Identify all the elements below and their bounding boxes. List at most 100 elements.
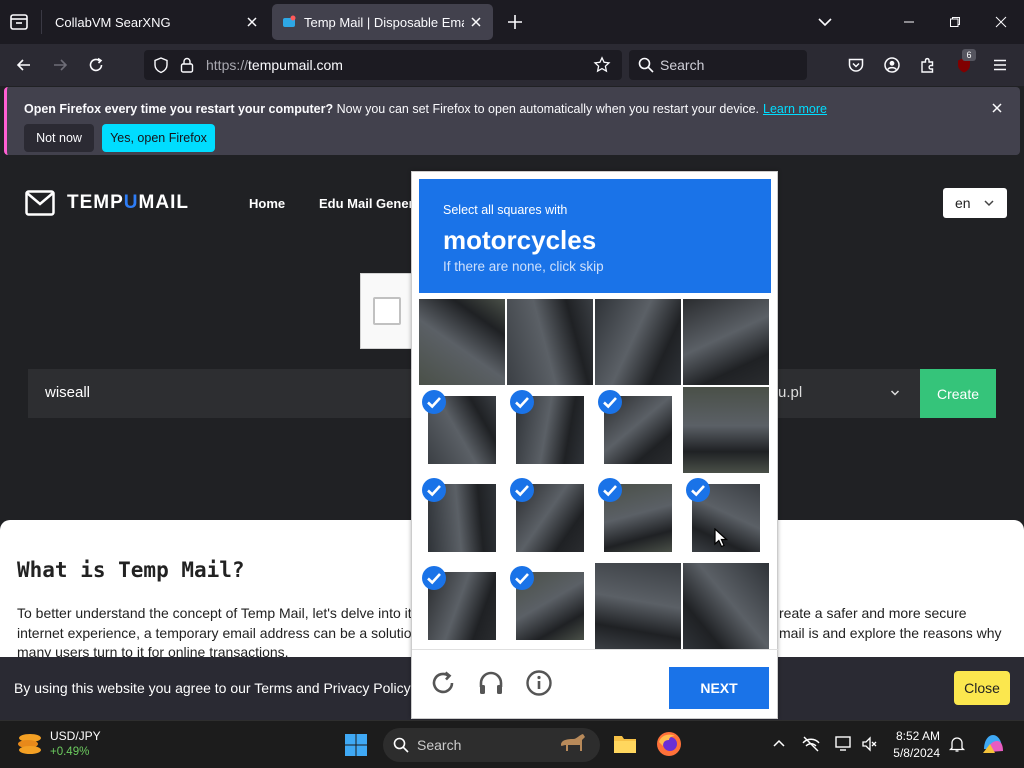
new-tab-icon[interactable] bbox=[505, 12, 525, 32]
lock-icon[interactable] bbox=[179, 56, 195, 74]
star-icon[interactable] bbox=[593, 56, 611, 74]
cookie-close-button[interactable]: Close bbox=[954, 671, 1010, 705]
tab-strip: CollabVM SearXNG Temp Mail | Disposable … bbox=[0, 0, 1024, 44]
site-logo[interactable]: TEMPUMAIL bbox=[25, 190, 189, 216]
mouse-cursor-icon bbox=[714, 528, 728, 548]
captcha-tile-image bbox=[683, 563, 769, 649]
account-icon[interactable] bbox=[878, 51, 906, 79]
tab-title: Temp Mail | Disposable Email A bbox=[304, 14, 464, 30]
clock-time[interactable]: 8:52 AM bbox=[880, 729, 940, 743]
logo-text: TEMPUMAIL bbox=[67, 192, 189, 213]
captcha-tile[interactable] bbox=[419, 563, 505, 649]
taskbar-search[interactable]: Search bbox=[383, 728, 600, 762]
stock-widget-icon[interactable] bbox=[16, 731, 44, 757]
cookie-text: By using this website you agree to our T… bbox=[14, 680, 411, 696]
search-icon bbox=[638, 57, 654, 73]
clock-date[interactable]: 5/8/2024 bbox=[880, 746, 940, 760]
extension-badge: 6 bbox=[962, 49, 976, 61]
tempmail-favicon-icon bbox=[282, 15, 296, 29]
horse-icon bbox=[555, 731, 591, 759]
ublock-icon[interactable]: 6 bbox=[950, 49, 978, 79]
captcha-tile[interactable] bbox=[595, 475, 681, 561]
captcha-tile[interactable] bbox=[683, 387, 769, 473]
captcha-tile-image bbox=[595, 563, 681, 649]
pocket-icon[interactable] bbox=[842, 51, 870, 79]
file-explorer-icon[interactable] bbox=[612, 731, 638, 757]
captcha-tile-image bbox=[419, 299, 505, 385]
captcha-tile[interactable] bbox=[507, 475, 593, 561]
reload-icon[interactable] bbox=[82, 51, 110, 79]
widget-pair[interactable]: USD/JPY bbox=[50, 729, 101, 743]
search-icon bbox=[393, 737, 409, 753]
firefox-icon[interactable] bbox=[655, 730, 683, 758]
chevron-down-icon bbox=[984, 200, 994, 207]
back-icon[interactable] bbox=[10, 51, 38, 79]
nav-link-edu-mail[interactable]: Edu Mail Genera bbox=[319, 196, 421, 211]
url-bar[interactable]: https://tempumail.com bbox=[144, 50, 622, 80]
browser-search-box[interactable]: Search bbox=[629, 50, 807, 80]
language-select[interactable]: en bbox=[943, 188, 1007, 218]
captcha-tile[interactable] bbox=[683, 475, 769, 561]
close-icon[interactable] bbox=[245, 15, 259, 29]
close-icon[interactable] bbox=[469, 15, 483, 29]
article-title: What is Temp Mail? bbox=[17, 558, 245, 582]
captcha-tile-image bbox=[507, 299, 593, 385]
captcha-checkbox[interactable] bbox=[373, 297, 401, 325]
chevron-up-icon[interactable] bbox=[771, 736, 787, 752]
domain-select[interactable]: u.pl bbox=[768, 369, 920, 418]
captcha-tile[interactable] bbox=[507, 299, 593, 385]
captcha-tile[interactable] bbox=[419, 475, 505, 561]
captcha-grid bbox=[419, 299, 771, 651]
not-now-button[interactable]: Not now bbox=[24, 124, 94, 152]
chevron-down-icon[interactable] bbox=[814, 12, 836, 32]
extensions-icon[interactable] bbox=[914, 51, 942, 79]
display-icon[interactable] bbox=[834, 735, 854, 753]
create-button[interactable]: Create bbox=[920, 369, 996, 418]
nav-link-home[interactable]: Home bbox=[249, 196, 285, 211]
tab-title: CollabVM SearXNG bbox=[55, 14, 171, 30]
check-icon bbox=[422, 390, 446, 414]
copilot-icon[interactable] bbox=[980, 731, 1006, 757]
notification-bell-icon[interactable] bbox=[948, 735, 966, 753]
reload-icon[interactable] bbox=[428, 668, 458, 698]
captcha-tile-image bbox=[595, 299, 681, 385]
search-placeholder: Search bbox=[660, 57, 705, 73]
learn-more-link[interactable]: Learn more bbox=[763, 102, 827, 116]
info-icon[interactable] bbox=[524, 668, 554, 698]
check-icon bbox=[510, 566, 534, 590]
envelope-icon bbox=[25, 190, 55, 216]
captcha-tile[interactable] bbox=[419, 299, 505, 385]
shield-icon[interactable] bbox=[152, 56, 170, 74]
captcha-tile[interactable] bbox=[595, 299, 681, 385]
tab-list-icon[interactable] bbox=[8, 11, 30, 33]
menu-icon[interactable] bbox=[986, 51, 1014, 79]
captcha-tile[interactable] bbox=[683, 299, 769, 385]
minimize-icon[interactable] bbox=[886, 0, 932, 44]
captcha-subtext: If there are none, click skip bbox=[443, 259, 604, 274]
captcha-tile[interactable] bbox=[507, 387, 593, 473]
yes-open-firefox-button[interactable]: Yes, open Firefox bbox=[102, 124, 215, 152]
captcha-challenge: Select all squares with motorcycles If t… bbox=[411, 171, 779, 719]
check-icon bbox=[686, 478, 710, 502]
windows-start-icon[interactable] bbox=[344, 733, 368, 757]
network-icon[interactable] bbox=[801, 735, 821, 753]
captcha-tile[interactable] bbox=[419, 387, 505, 473]
tab-collabvm[interactable]: CollabVM SearXNG bbox=[43, 4, 269, 40]
captcha-tile[interactable] bbox=[595, 563, 681, 649]
captcha-tile[interactable] bbox=[507, 563, 593, 649]
chevron-down-icon bbox=[890, 390, 900, 396]
restore-icon[interactable] bbox=[932, 0, 978, 44]
captcha-tile[interactable] bbox=[683, 563, 769, 649]
next-button[interactable]: NEXT bbox=[669, 667, 769, 709]
captcha-target: motorcycles bbox=[443, 225, 597, 255]
close-icon[interactable] bbox=[989, 100, 1005, 116]
headphones-icon[interactable] bbox=[476, 668, 506, 698]
tab-tempmail[interactable]: Temp Mail | Disposable Email A bbox=[272, 4, 493, 40]
volume-muted-icon[interactable] bbox=[860, 735, 878, 753]
check-icon bbox=[598, 478, 622, 502]
widget-change: +0.49% bbox=[50, 746, 90, 758]
captcha-tile[interactable] bbox=[595, 387, 681, 473]
forward-icon[interactable] bbox=[46, 51, 74, 79]
window-close-icon[interactable] bbox=[978, 0, 1024, 44]
captcha-tile-image bbox=[683, 299, 769, 385]
